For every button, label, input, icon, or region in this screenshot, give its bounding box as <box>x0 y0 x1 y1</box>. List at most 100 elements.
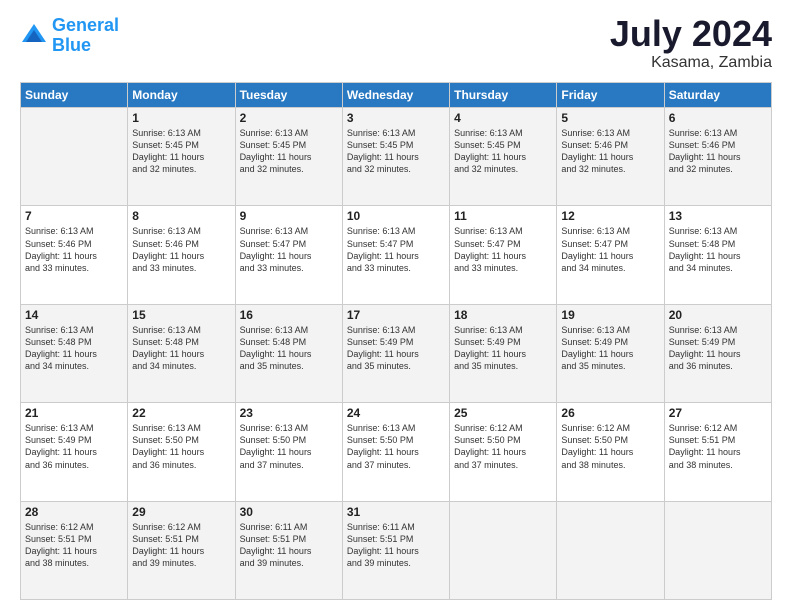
day-info: Sunrise: 6:13 AM Sunset: 5:47 PM Dayligh… <box>240 225 338 274</box>
table-row <box>557 501 664 599</box>
day-info: Sunrise: 6:13 AM Sunset: 5:46 PM Dayligh… <box>669 127 767 176</box>
table-row: 22Sunrise: 6:13 AM Sunset: 5:50 PM Dayli… <box>128 403 235 501</box>
logo-line1: General <box>52 15 119 35</box>
day-info: Sunrise: 6:13 AM Sunset: 5:49 PM Dayligh… <box>454 324 552 373</box>
day-number: 13 <box>669 209 767 223</box>
month-year: July 2024 <box>610 16 772 52</box>
calendar-table: Sunday Monday Tuesday Wednesday Thursday… <box>20 82 772 600</box>
table-row: 13 Sunrise: 6:13 AM Sunset: 5:48 PM Dayli… <box>664 206 771 304</box>
table-row: 10 Sunrise: 6:13 AM Sunset: 5:47 PM Dayli… <box>342 206 449 304</box>
location: Kasama, Zambia <box>610 54 772 72</box>
logo-icon <box>20 22 48 50</box>
day-info: Sunrise: 6:12 AM Sunset: 5:51 PM Dayligh… <box>25 521 123 570</box>
table-row <box>21 108 128 206</box>
table-row: 31 Sunrise: 6:11 AM Sunset: 5:51 PM Dayli… <box>342 501 449 599</box>
table-row: 20 Sunrise: 6:13 AM Sunset: 5:49 PM Dayli… <box>664 304 771 402</box>
day-info: Sunrise: 6:13 AM Sunset: 5:46 PM Dayligh… <box>25 225 123 274</box>
day-info: Sunrise: 6:13 AM Sunset: 5:50 PM Dayligh… <box>240 422 338 471</box>
day-info: Sunrise: 6:13 AM Sunset: 5:45 PM Dayligh… <box>132 127 230 176</box>
col-saturday: Saturday <box>664 83 771 108</box>
day-number: 3 <box>347 111 445 125</box>
day-info: Sunrise: 6:13 AM Sunset: 5:47 PM Dayligh… <box>561 225 659 274</box>
day-number: 4 <box>454 111 552 125</box>
day-number: 20 <box>669 308 767 322</box>
table-row: 17Sunrise: 6:13 AM Sunset: 5:49 PM Dayli… <box>342 304 449 402</box>
day-info: Sunrise: 6:13 AM Sunset: 5:49 PM Dayligh… <box>561 324 659 373</box>
title-block: July 2024 Kasama, Zambia <box>610 16 772 72</box>
day-number: 18 <box>454 308 552 322</box>
day-number: 19 <box>561 308 659 322</box>
table-row: 7Sunrise: 6:13 AM Sunset: 5:46 PM Daylig… <box>21 206 128 304</box>
day-info: Sunrise: 6:13 AM Sunset: 5:47 PM Dayligh… <box>347 225 445 274</box>
day-info: Sunrise: 6:11 AM Sunset: 5:51 PM Dayligh… <box>347 521 445 570</box>
day-number: 12 <box>561 209 659 223</box>
day-info: Sunrise: 6:13 AM Sunset: 5:48 PM Dayligh… <box>132 324 230 373</box>
day-number: 25 <box>454 406 552 420</box>
day-number: 28 <box>25 505 123 519</box>
day-number: 22 <box>132 406 230 420</box>
day-info: Sunrise: 6:12 AM Sunset: 5:50 PM Dayligh… <box>561 422 659 471</box>
day-info: Sunrise: 6:13 AM Sunset: 5:48 PM Dayligh… <box>669 225 767 274</box>
day-info: Sunrise: 6:13 AM Sunset: 5:45 PM Dayligh… <box>454 127 552 176</box>
day-number: 9 <box>240 209 338 223</box>
day-info: Sunrise: 6:13 AM Sunset: 5:48 PM Dayligh… <box>240 324 338 373</box>
day-info: Sunrise: 6:11 AM Sunset: 5:51 PM Dayligh… <box>240 521 338 570</box>
table-row: 2 Sunrise: 6:13 AM Sunset: 5:45 PM Daylig… <box>235 108 342 206</box>
table-row: 3 Sunrise: 6:13 AM Sunset: 5:45 PM Daylig… <box>342 108 449 206</box>
day-number: 30 <box>240 505 338 519</box>
day-number: 2 <box>240 111 338 125</box>
table-row: 25 Sunrise: 6:12 AM Sunset: 5:50 PM Dayli… <box>450 403 557 501</box>
table-row: 29Sunrise: 6:12 AM Sunset: 5:51 PM Dayli… <box>128 501 235 599</box>
day-number: 10 <box>347 209 445 223</box>
day-number: 11 <box>454 209 552 223</box>
table-row: 16Sunrise: 6:13 AM Sunset: 5:48 PM Dayli… <box>235 304 342 402</box>
day-info: Sunrise: 6:13 AM Sunset: 5:50 PM Dayligh… <box>347 422 445 471</box>
day-info: Sunrise: 6:13 AM Sunset: 5:47 PM Dayligh… <box>454 225 552 274</box>
day-info: Sunrise: 6:13 AM Sunset: 5:45 PM Dayligh… <box>240 127 338 176</box>
day-info: Sunrise: 6:13 AM Sunset: 5:46 PM Dayligh… <box>561 127 659 176</box>
day-info: Sunrise: 6:12 AM Sunset: 5:51 PM Dayligh… <box>669 422 767 471</box>
table-row: 18 Sunrise: 6:13 AM Sunset: 5:49 PM Dayli… <box>450 304 557 402</box>
header: General Blue July 2024 Kasama, Zambia <box>20 16 772 72</box>
table-row: 14Sunrise: 6:13 AM Sunset: 5:48 PM Dayli… <box>21 304 128 402</box>
calendar-week-row: 7Sunrise: 6:13 AM Sunset: 5:46 PM Daylig… <box>21 206 772 304</box>
table-row: 19 Sunrise: 6:13 AM Sunset: 5:49 PM Dayli… <box>557 304 664 402</box>
col-sunday: Sunday <box>21 83 128 108</box>
day-number: 24 <box>347 406 445 420</box>
table-row: 28 Sunrise: 6:12 AM Sunset: 5:51 PM Dayli… <box>21 501 128 599</box>
calendar-week-row: 21Sunrise: 6:13 AM Sunset: 5:49 PM Dayli… <box>21 403 772 501</box>
table-row: 1Sunrise: 6:13 AM Sunset: 5:45 PM Daylig… <box>128 108 235 206</box>
table-row: 6 Sunrise: 6:13 AM Sunset: 5:46 PM Daylig… <box>664 108 771 206</box>
table-row: 11 Sunrise: 6:13 AM Sunset: 5:47 PM Dayli… <box>450 206 557 304</box>
day-info: Sunrise: 6:12 AM Sunset: 5:50 PM Dayligh… <box>454 422 552 471</box>
col-thursday: Thursday <box>450 83 557 108</box>
table-row <box>664 501 771 599</box>
day-info: Sunrise: 6:12 AM Sunset: 5:51 PM Dayligh… <box>132 521 230 570</box>
table-row: 12 Sunrise: 6:13 AM Sunset: 5:47 PM Dayli… <box>557 206 664 304</box>
col-monday: Monday <box>128 83 235 108</box>
page: General Blue July 2024 Kasama, Zambia Su… <box>0 0 792 612</box>
day-info: Sunrise: 6:13 AM Sunset: 5:49 PM Dayligh… <box>669 324 767 373</box>
day-info: Sunrise: 6:13 AM Sunset: 5:45 PM Dayligh… <box>347 127 445 176</box>
table-row <box>450 501 557 599</box>
table-row: 27 Sunrise: 6:12 AM Sunset: 5:51 PM Dayli… <box>664 403 771 501</box>
day-number: 6 <box>669 111 767 125</box>
day-number: 26 <box>561 406 659 420</box>
day-info: Sunrise: 6:13 AM Sunset: 5:48 PM Dayligh… <box>25 324 123 373</box>
day-info: Sunrise: 6:13 AM Sunset: 5:46 PM Dayligh… <box>132 225 230 274</box>
day-number: 21 <box>25 406 123 420</box>
day-number: 31 <box>347 505 445 519</box>
logo-text: General Blue <box>52 16 119 56</box>
table-row: 5Sunrise: 6:13 AM Sunset: 5:46 PM Daylig… <box>557 108 664 206</box>
day-info: Sunrise: 6:13 AM Sunset: 5:49 PM Dayligh… <box>347 324 445 373</box>
day-number: 15 <box>132 308 230 322</box>
table-row: 24 Sunrise: 6:13 AM Sunset: 5:50 PM Dayli… <box>342 403 449 501</box>
logo-line2: Blue <box>52 35 91 55</box>
day-number: 27 <box>669 406 767 420</box>
col-tuesday: Tuesday <box>235 83 342 108</box>
table-row: 21Sunrise: 6:13 AM Sunset: 5:49 PM Dayli… <box>21 403 128 501</box>
table-row: 15 Sunrise: 6:13 AM Sunset: 5:48 PM Dayli… <box>128 304 235 402</box>
table-row: 4 Sunrise: 6:13 AM Sunset: 5:45 PM Daylig… <box>450 108 557 206</box>
calendar-header-row: Sunday Monday Tuesday Wednesday Thursday… <box>21 83 772 108</box>
col-wednesday: Wednesday <box>342 83 449 108</box>
